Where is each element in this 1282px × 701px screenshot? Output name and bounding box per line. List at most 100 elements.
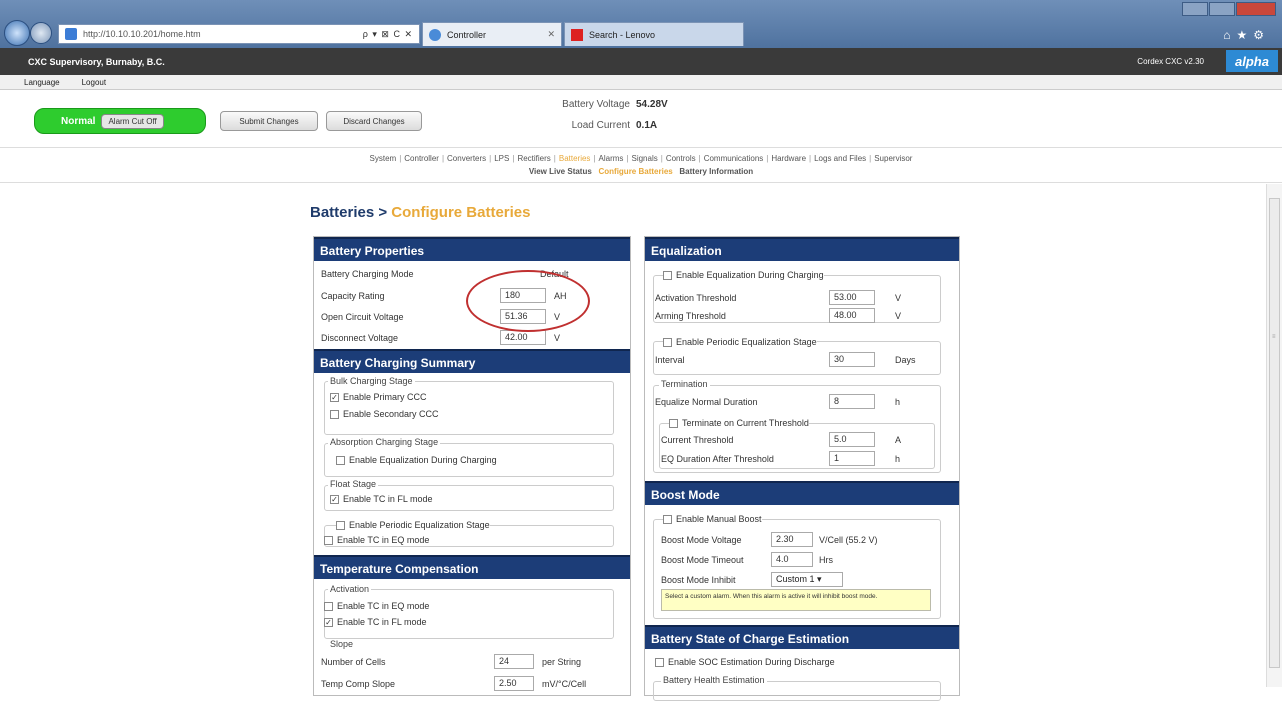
- float-stage-label: Float Stage: [328, 479, 379, 489]
- periodic-eq-checkbox[interactable]: Enable Periodic Equalization Stage: [336, 520, 490, 530]
- breadcrumb-current: Configure Batteries: [391, 204, 531, 221]
- breadcrumb-parent[interactable]: Batteries >: [310, 204, 391, 221]
- manual-boost-checkbox[interactable]: Enable Manual Boost: [663, 514, 762, 524]
- nav-item-converters[interactable]: Converters: [447, 154, 486, 163]
- boost-inhibit-select[interactable]: Custom 1 ▾: [771, 572, 843, 587]
- nav-separator: |: [399, 154, 402, 163]
- load-current-label: Load Current: [571, 120, 630, 131]
- address-controls[interactable]: ρ ▾ ⊠ C ✕: [363, 29, 413, 40]
- checkbox-checked-icon: ✓: [330, 494, 339, 504]
- boost-voltage-input[interactable]: 2.30: [771, 532, 813, 547]
- configure-batteries-link[interactable]: Configure Batteries: [598, 167, 672, 176]
- boost-timeout-label: Boost Mode Timeout: [661, 555, 744, 565]
- nav-item-lps[interactable]: LPS: [494, 154, 509, 163]
- nav-item-supervisor[interactable]: Supervisor: [874, 154, 912, 163]
- tc-fl-activation-label: Enable TC in FL mode: [337, 617, 427, 627]
- periodic-checkbox[interactable]: Enable Periodic Equalization Stage: [663, 337, 817, 347]
- charging-summary-header: Battery Charging Summary: [314, 349, 630, 373]
- app-header: CXC Supervisory, Burnaby, B.C. Cordex CX…: [0, 48, 1282, 75]
- address-bar[interactable]: http://10.10.10.201/home.htm ρ ▾ ⊠ C ✕: [58, 24, 420, 44]
- nav-item-system[interactable]: System: [370, 154, 397, 163]
- secondary-ccc-checkbox[interactable]: Enable Secondary CCC: [330, 409, 439, 419]
- minimize-button[interactable]: [1182, 2, 1208, 16]
- enable-eq-checkbox[interactable]: Enable Equalization During Charging: [663, 270, 824, 280]
- tc-eq-checkbox[interactable]: Enable TC in EQ mode: [324, 535, 429, 545]
- ie-icon: [429, 28, 441, 41]
- nav-item-alarms[interactable]: Alarms: [599, 154, 624, 163]
- nav-separator: |: [441, 154, 445, 163]
- slope-input[interactable]: 2.50: [494, 676, 534, 691]
- equalization-panel: Equalization Enable Equalization During …: [644, 236, 960, 701]
- eq-during-charging-checkbox[interactable]: Enable Equalization During Charging: [336, 455, 497, 465]
- normal-duration-input[interactable]: 8: [829, 394, 875, 409]
- status-row: Normal Alarm Cut Off Submit Changes Disc…: [0, 91, 1282, 147]
- highlight-circle: [466, 270, 590, 332]
- ocv-label: Open Circuit Voltage: [321, 312, 404, 322]
- equalization-header: Equalization: [645, 237, 959, 261]
- scrollbar-thumb[interactable]: [1269, 198, 1280, 668]
- page-scrollbar[interactable]: ≡: [1266, 184, 1282, 687]
- language-link[interactable]: Language: [24, 78, 60, 87]
- nav-item-rectifiers[interactable]: Rectifiers: [517, 154, 550, 163]
- status-text: Normal: [61, 115, 96, 127]
- content-area: Batteries > Configure Batteries Battery …: [0, 184, 1266, 701]
- tc-fl-activation-checkbox[interactable]: ✓ Enable TC in FL mode: [324, 617, 427, 627]
- alarm-cutoff-button[interactable]: Alarm Cut Off: [101, 113, 164, 129]
- battery-information-link[interactable]: Battery Information: [679, 167, 753, 176]
- cells-input[interactable]: 24: [494, 654, 534, 669]
- nav-separator: |: [766, 154, 769, 163]
- nav-item-controller[interactable]: Controller: [404, 154, 439, 163]
- page-icon: [65, 28, 77, 40]
- logout-link[interactable]: Logout: [82, 78, 106, 87]
- discard-changes-button[interactable]: Discard Changes: [326, 111, 422, 131]
- current-threshold-unit: A: [895, 435, 902, 445]
- back-button[interactable]: [4, 20, 30, 46]
- browser-toolbar-icons[interactable]: ⌂★⚙: [1223, 28, 1270, 42]
- health-label: Battery Health Estimation: [661, 675, 767, 685]
- nav-item-logs-and-files[interactable]: Logs and Files: [814, 154, 866, 163]
- checkbox-icon: [663, 270, 672, 280]
- close-window-button[interactable]: [1236, 2, 1276, 16]
- maximize-button[interactable]: [1209, 2, 1235, 16]
- battery-properties-header: Battery Properties: [314, 237, 630, 261]
- tab-controller[interactable]: Controller ✕: [422, 22, 562, 46]
- slope-label: Slope: [328, 639, 356, 649]
- slope-unit: mV/°C/Cell: [542, 679, 587, 689]
- soc-enable-checkbox[interactable]: Enable SOC Estimation During Discharge: [655, 657, 835, 667]
- activation-threshold-input[interactable]: 53.00: [829, 290, 875, 305]
- charging-mode-label: Battery Charging Mode: [321, 269, 414, 279]
- checkbox-icon: [336, 455, 345, 465]
- nav-item-signals[interactable]: Signals: [631, 154, 657, 163]
- submit-changes-button[interactable]: Submit Changes: [220, 111, 318, 131]
- nav-item-hardware[interactable]: Hardware: [771, 154, 806, 163]
- tc-eq-activation-checkbox[interactable]: Enable TC in EQ mode: [324, 601, 429, 611]
- load-current-value: 0.1A: [636, 120, 658, 131]
- nav-item-batteries[interactable]: Batteries: [559, 154, 591, 163]
- close-tab-icon[interactable]: ✕: [547, 29, 555, 40]
- nav-item-controls[interactable]: Controls: [666, 154, 696, 163]
- checkbox-checked-icon: ✓: [330, 392, 339, 402]
- boost-inhibit-label: Boost Mode Inhibit: [661, 575, 736, 585]
- terminate-current-checkbox[interactable]: Terminate on Current Threshold: [669, 418, 809, 428]
- primary-ccc-checkbox[interactable]: ✓ Enable Primary CCC: [330, 392, 427, 402]
- view-live-status-link[interactable]: View Live Status: [529, 167, 592, 176]
- eq-after-unit: h: [895, 454, 901, 464]
- tc-fl-checkbox[interactable]: ✓ Enable TC in FL mode: [330, 494, 433, 504]
- top-subnav: Language Logout: [0, 75, 1282, 90]
- absorption-stage-label: Absorption Charging Stage: [328, 437, 441, 447]
- tab-search[interactable]: Search - Lenovo: [564, 22, 744, 46]
- disconnect-input[interactable]: 42.00: [500, 330, 546, 345]
- eq-after-input[interactable]: 1: [829, 451, 875, 466]
- interval-input[interactable]: 30: [829, 352, 875, 367]
- nav-item-communications[interactable]: Communications: [704, 154, 764, 163]
- forward-button[interactable]: [30, 22, 52, 44]
- activation-threshold-label: Activation Threshold: [655, 293, 737, 303]
- boost-timeout-input[interactable]: 4.0: [771, 552, 813, 567]
- interval-label: Interval: [655, 355, 685, 365]
- page-title: Batteries > Configure Batteries: [310, 204, 531, 221]
- checkbox-icon: [324, 535, 333, 545]
- current-threshold-input[interactable]: 5.0: [829, 432, 875, 447]
- checkbox-checked-icon: ✓: [324, 617, 333, 627]
- nav-separator: |: [660, 154, 663, 163]
- arming-threshold-input[interactable]: 48.00: [829, 308, 875, 323]
